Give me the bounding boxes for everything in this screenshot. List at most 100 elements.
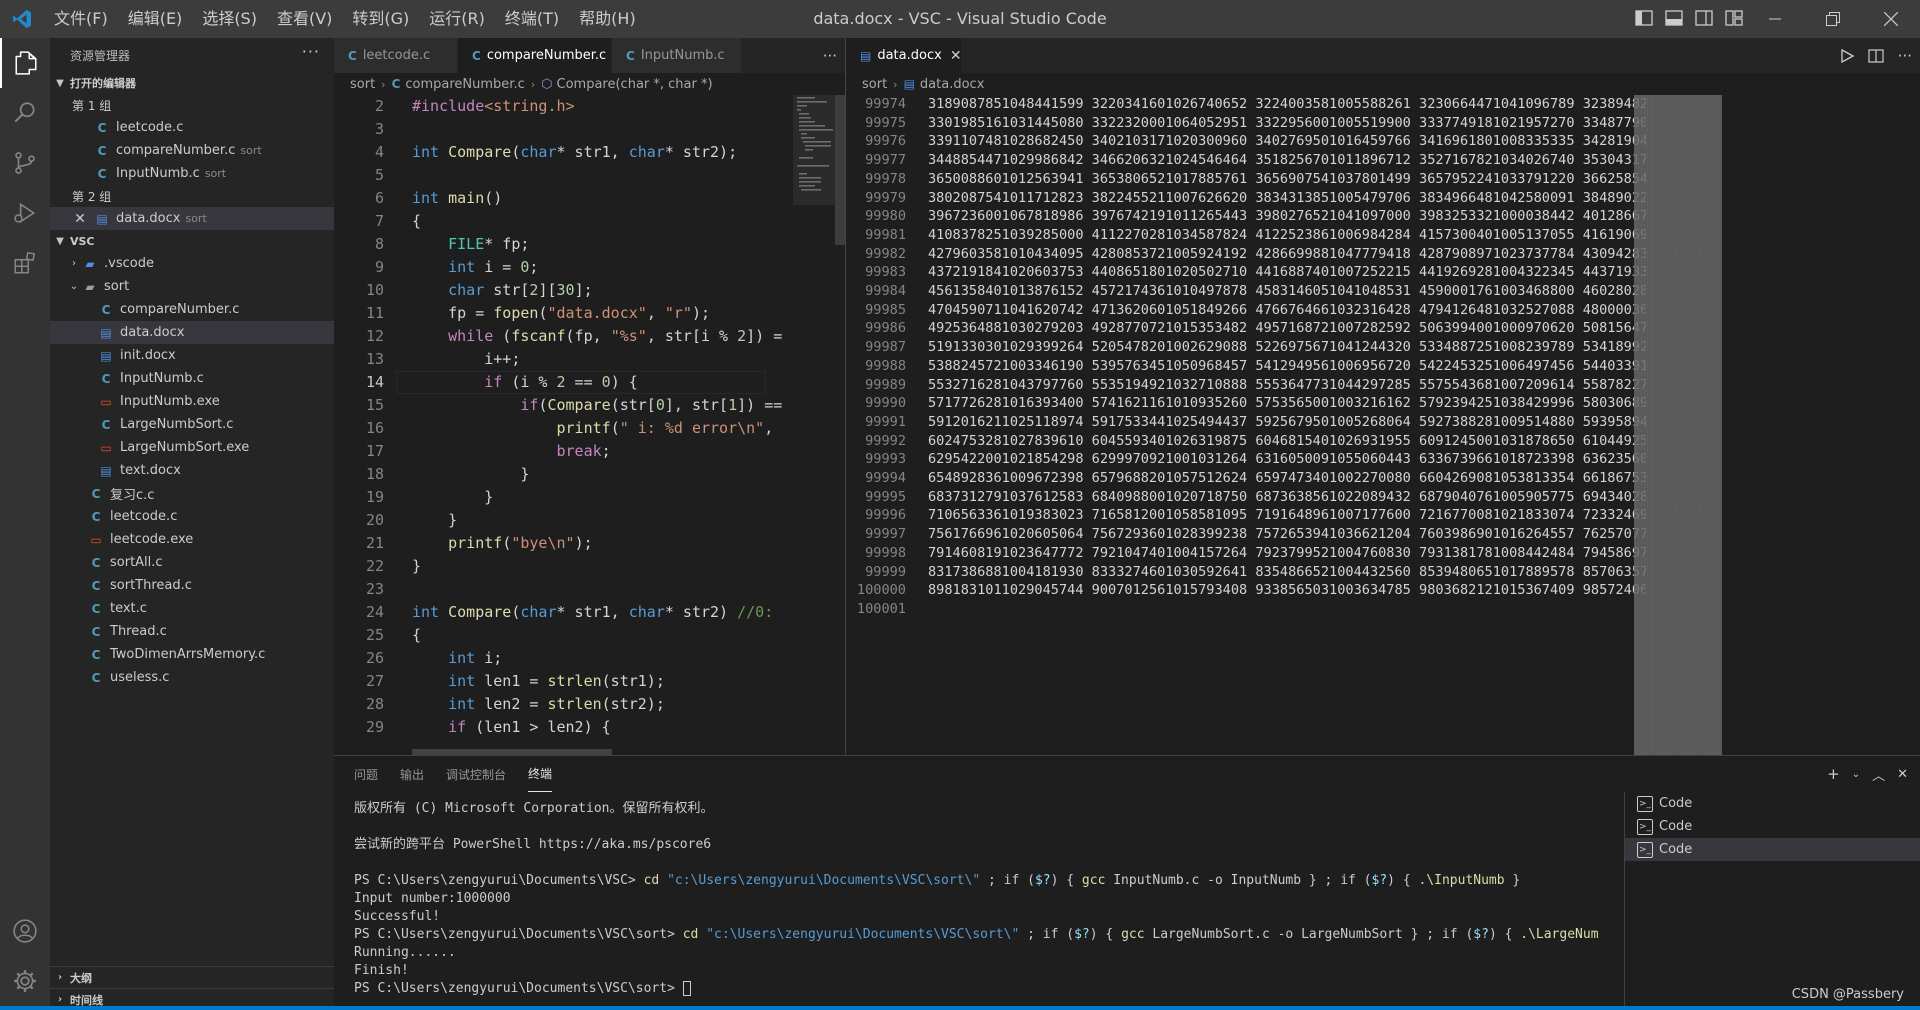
more-actions-button[interactable]: ··· [823,47,837,65]
vertical-scrollbar[interactable] [835,95,845,245]
menu-file[interactable]: 文件(F) [44,0,118,38]
open-editor-item[interactable]: CcompareNumber.c sort [50,139,334,162]
breadcrumb-file[interactable]: compareNumber.c [405,77,524,92]
maximize-panel-icon[interactable]: ︿ [1872,765,1885,784]
menu-help[interactable]: 帮助(H) [569,0,646,38]
restore-button[interactable] [1804,0,1862,38]
outline-section[interactable]: › 大纲 [50,966,334,988]
line-number: 99983 [865,264,906,281]
minimize-button[interactable] [1746,0,1804,38]
tree-file[interactable]: C 复习c.c [50,482,334,505]
tree-file[interactable]: C TwoDimenArrsMemory.c [50,643,334,666]
source-control-button[interactable] [0,138,50,188]
code-line: FILE* fp; [448,235,530,253]
explorer-button[interactable] [0,38,50,88]
tree-file[interactable]: ▤ text.docx [50,459,334,482]
open-editor-item[interactable]: C InputNumb.c sort [50,162,334,185]
data-line: 3967236001067818986 3976742191011265443 … [928,208,1646,225]
tree-file[interactable]: C LargeNumbSort.c [50,413,334,436]
toggle-secondary-sidebar-icon[interactable] [1694,8,1714,28]
extensions-button[interactable] [0,238,50,288]
data-line: 3448854471029986842 3466206321024546464 … [928,152,1646,169]
tab-InputNumb[interactable]: C InputNumb.c [612,38,742,73]
chevron-down-icon[interactable]: ⌄ [1852,769,1860,780]
terminal-instance[interactable]: >_ Code [1625,815,1920,838]
word-file-icon: ▤ [100,348,112,363]
toggle-panel-icon[interactable] [1664,8,1684,28]
customize-layout-icon[interactable] [1724,8,1744,28]
run-debug-button[interactable] [0,188,50,238]
file-name: init.docx [120,348,176,363]
menu-edit[interactable]: 编辑(E) [118,0,193,38]
data-line: 8317386881004181930 8333274601030592641 … [928,563,1646,580]
minimap[interactable] [793,95,835,755]
menu-terminal[interactable]: 终端(T) [495,0,569,38]
accounts-button[interactable] [0,906,50,956]
close-panel-icon[interactable]: ✕ [1897,767,1908,782]
tree-file[interactable]: ▭ InputNumb.exe [50,390,334,413]
terminal-instance[interactable]: >_ Code [1625,792,1920,815]
tree-file[interactable]: CsortAll.c [50,551,334,574]
open-editor-item[interactable]: Cleetcode.c [50,116,334,139]
close-tab-icon[interactable]: ✕ [950,48,961,64]
breadcrumb-symbol[interactable]: Compare(char *, char *) [557,77,713,92]
toggle-sidebar-icon[interactable] [1634,8,1654,28]
menu-selection[interactable]: 选择(S) [192,0,267,38]
tree-folder-sort[interactable]: ⌄ ▰ sort [50,275,334,298]
tab-leetcode[interactable]: Cleetcode.c [334,38,458,73]
tree-file[interactable]: Cuseless.c [50,666,334,689]
run-icon[interactable] [1840,48,1854,63]
breadcrumb-folder[interactable]: sort [862,77,887,92]
editor-group-right: ▤ data.docx ✕ ··· sort › ▤ data.docx 99974… [846,38,1920,755]
c-file-icon: C [91,509,101,524]
panel-tab-problems[interactable]: 问题 [354,756,378,792]
minimap-data[interactable] [1634,95,1722,755]
status-bar-edge [0,1006,1920,1010]
data-editor[interactable]: 99974 3189087851048441599 322034160102674… [846,95,1920,755]
tree-folder-vscode[interactable]: › ▰ .vscode [50,252,334,275]
tree-file[interactable]: ▭ LargeNumbSort.exe [50,436,334,459]
folder-section-vsc[interactable]: ▼ VSC [50,230,334,252]
tab-data-docx[interactable]: ▤ data.docx ✕ [846,38,962,73]
file-name: text.c [110,601,147,616]
data-line [928,600,1646,619]
menu-go[interactable]: 转到(G) [342,0,419,38]
open-editors-section[interactable]: ▼ 打开的编辑器 [50,72,334,94]
manage-button[interactable] [0,956,50,1006]
search-button[interactable] [0,88,50,138]
line-number: 29 [365,718,384,736]
tree-file[interactable]: C InputNumb.c [50,367,334,390]
breadcrumb-file[interactable]: data.docx [920,77,984,92]
tree-file[interactable]: Cleetcode.c [50,505,334,528]
tab-compareNumber[interactable]: CcompareNumber.c✕ [458,38,612,73]
line-number: 24 [365,603,384,621]
breadcrumb-folder[interactable]: sort [350,77,375,92]
panel-tab-debug-console[interactable]: 调试控制台 [446,756,506,792]
more-actions-button[interactable]: ··· [1898,47,1912,65]
chevron-right-icon: › [530,77,536,91]
explorer-more-button[interactable]: ··· [302,42,320,61]
new-terminal-plus-icon[interactable]: + [1827,765,1840,783]
menu-view[interactable]: 查看(V) [267,0,342,38]
code-editor-left[interactable]: 2 #include<string.h> 3 4 int Compare(char* s… [334,95,845,755]
tree-file[interactable]: ▭ leetcode.exe [50,528,334,551]
tree-file[interactable]: Ctext.c [50,597,334,620]
file-name: LargeNumbSort.c [120,417,234,432]
tree-file[interactable]: CcompareNumber.c [50,298,334,321]
tree-file[interactable]: C Thread.c [50,620,334,643]
close-editor-icon[interactable]: ✕ [72,211,88,227]
terminal-instance-active[interactable]: >_ Code [1625,838,1920,861]
open-editor-item-active[interactable]: ✕ ▤ data.docx sort [50,207,334,230]
tree-file[interactable]: CsortThread.c [50,574,334,597]
open-editors-title: 打开的编辑器 [70,77,136,90]
split-editor-icon[interactable] [1868,48,1884,63]
close-window-button[interactable] [1862,0,1920,38]
data-line: 7106563361019383023 7165812001058581095 … [928,507,1646,524]
vscode-window: 文件(F) 编辑(E) 选择(S) 查看(V) 转到(G) 运行(R) 终端(T… [0,0,1920,1010]
tree-file[interactable]: ▤ init.docx [50,344,334,367]
panel-tab-output[interactable]: 输出 [400,756,424,792]
menu-run[interactable]: 运行(R) [419,0,495,38]
line-number: 99982 [865,245,906,262]
panel-tab-terminal[interactable]: 终端 [528,756,553,792]
tree-file-selected[interactable]: ▤ data.docx [50,321,334,344]
